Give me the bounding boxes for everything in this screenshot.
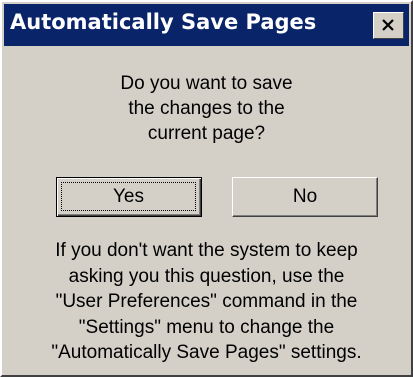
info-line: asking you this question, use the: [68, 265, 345, 287]
no-button-label: No: [292, 186, 318, 207]
info-line: If you don't want the system to keep: [55, 240, 358, 261]
question-line: Do you want to save: [120, 73, 293, 94]
close-button[interactable]: [373, 12, 404, 39]
title-bar: Automatically Save Pages: [4, 4, 409, 46]
info-text: If you don't want the system to keep ask…: [2, 238, 411, 366]
save-pages-dialog: Automatically Save Pages Do you want to …: [0, 0, 413, 377]
info-line: "Settings" menu to change the: [78, 316, 335, 338]
focus-ring: Yes: [61, 182, 196, 211]
question-text: Do you want to save the changes to the c…: [2, 71, 411, 146]
close-icon: [382, 19, 394, 31]
dialog-title: Automatically Save Pages: [10, 10, 317, 34]
yes-button[interactable]: Yes: [56, 177, 202, 217]
info-line: "User Preferences" command in the: [55, 291, 358, 312]
no-button[interactable]: No: [232, 177, 378, 217]
question-line: current page?: [147, 123, 266, 144]
info-line: "Automatically Save Pages" settings.: [51, 342, 362, 363]
question-line: the changes to the: [128, 98, 285, 119]
yes-button-label: Yes: [113, 186, 144, 207]
